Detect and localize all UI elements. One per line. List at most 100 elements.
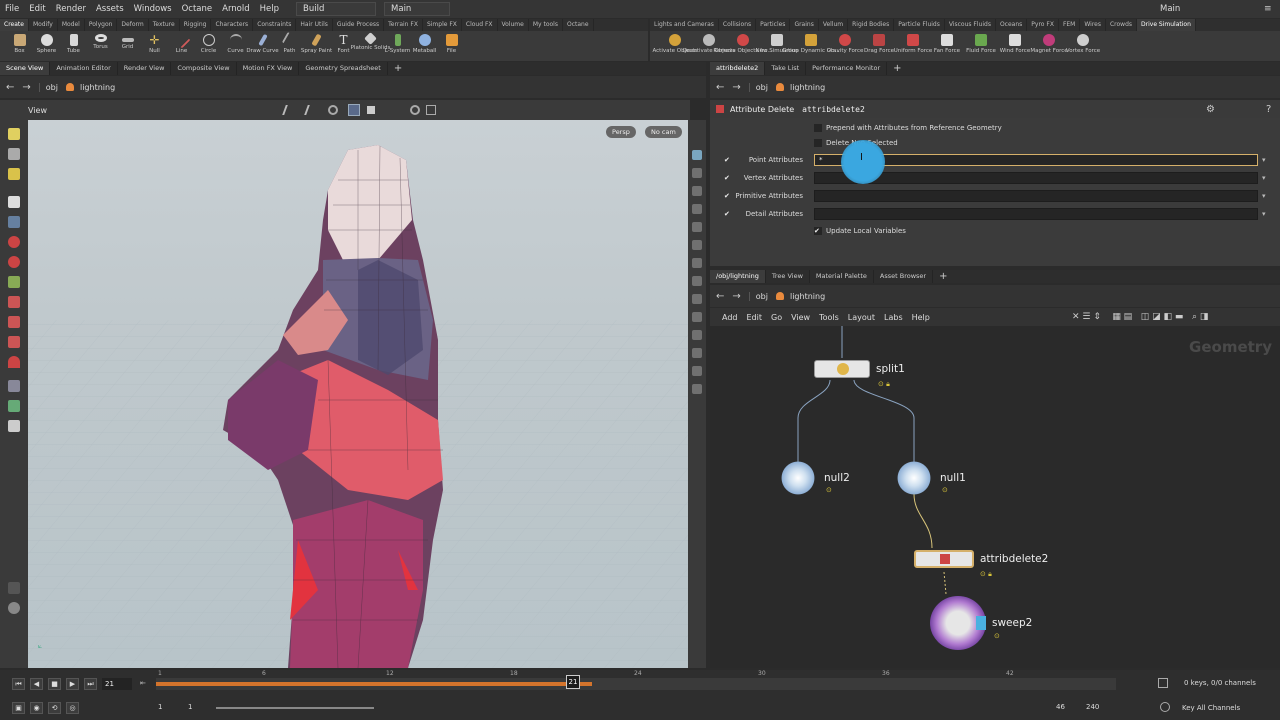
gear-icon[interactable]: ⚙ xyxy=(1206,104,1215,115)
tool-platonic[interactable]: Platonic Solids xyxy=(351,31,390,51)
shelf-tab-cloud-fx[interactable]: Cloud FX xyxy=(462,19,498,31)
transform-tool-icon[interactable] xyxy=(304,105,318,115)
menu-arnold[interactable]: Arnold xyxy=(217,0,255,18)
shelf-tab-texture[interactable]: Texture xyxy=(149,19,180,31)
shelf-tab-model[interactable]: Model xyxy=(58,19,85,31)
jump-start-button[interactable]: ⏮ xyxy=(12,678,25,690)
params-path-node[interactable]: lightning xyxy=(775,83,825,92)
menu-edit[interactable]: Edit xyxy=(24,0,50,18)
magnet-tool-icon[interactable] xyxy=(8,356,20,368)
shelf-tab-particle-fluids[interactable]: Particle Fluids xyxy=(894,19,945,31)
square-icon[interactable] xyxy=(367,106,375,114)
vertex-attributes-toggle[interactable]: ✔ xyxy=(724,174,732,182)
lighting-icon[interactable] xyxy=(692,222,702,232)
menu-assets[interactable]: Assets xyxy=(91,0,129,18)
end-visible-field[interactable]: 46 xyxy=(1056,703,1065,711)
tool-circle[interactable]: Circle xyxy=(195,31,222,54)
desktop-selector[interactable]: Build xyxy=(296,2,377,16)
flipbook-icon[interactable] xyxy=(692,384,702,394)
tool-curve[interactable]: Curve xyxy=(222,31,249,54)
node-split1[interactable]: split1 ⊙ 🔒︎ xyxy=(814,360,905,388)
wireframe-icon[interactable] xyxy=(692,240,702,250)
grid-view-icon[interactable] xyxy=(348,104,360,116)
tool-fan-force[interactable]: Fan Force xyxy=(930,31,964,54)
loop-button[interactable]: ⟲ xyxy=(48,702,61,714)
rotate-view-icon[interactable] xyxy=(328,105,338,115)
shelf-tab-guide-process[interactable]: Guide Process xyxy=(333,19,385,31)
shelf-tab-deform[interactable]: Deform xyxy=(117,19,149,31)
select-tool-icon[interactable] xyxy=(282,105,296,115)
shelf-tab-rigid-bodies[interactable]: Rigid Bodies xyxy=(848,19,895,31)
shelf-tab-pyro-fx[interactable]: Pyro FX xyxy=(1027,19,1059,31)
shelf-tab-collisions[interactable]: Collisions xyxy=(719,19,757,31)
network-editor[interactable]: Geometry split1 ⊙ 🔒︎ null2 ⊙ null1 ⊙ att… xyxy=(710,326,1280,668)
red-dot-icon[interactable] xyxy=(8,236,20,248)
camera-icon[interactable] xyxy=(8,420,20,432)
guides-icon[interactable] xyxy=(692,276,702,286)
tool-tube[interactable]: Tube xyxy=(60,31,87,54)
lock-icon[interactable] xyxy=(8,216,20,228)
lock-view-icon[interactable] xyxy=(692,186,702,196)
snapshot-icon[interactable] xyxy=(692,204,702,214)
vertex-attributes-dropdown-icon[interactable]: ▾ xyxy=(1262,174,1272,182)
step-back-button[interactable]: ◀ xyxy=(30,678,43,690)
tool-drag-force[interactable]: Drag Force xyxy=(862,31,896,54)
paint-icon[interactable] xyxy=(8,168,20,180)
tab-geometry-spreadsheet[interactable]: Geometry Spreadsheet xyxy=(299,62,388,75)
network-path-node[interactable]: lightning xyxy=(775,292,825,301)
split-node-box[interactable] xyxy=(814,360,870,378)
key-all-icon[interactable] xyxy=(1160,702,1170,712)
network-back-icon[interactable]: ← xyxy=(716,291,724,302)
params-path-obj[interactable]: obj xyxy=(748,82,768,92)
settings-small-icon[interactable] xyxy=(8,582,20,594)
shading-icon[interactable] xyxy=(692,168,702,178)
point-attributes-dropdown-icon[interactable]: ▾ xyxy=(1262,156,1272,164)
add-network-tab-icon[interactable]: + xyxy=(933,270,953,283)
shelf-tab-modify[interactable]: Modify xyxy=(29,19,58,31)
info-icon[interactable] xyxy=(8,602,20,614)
snap-icon[interactable] xyxy=(410,105,420,115)
tab-motion-fx-view[interactable]: Motion FX View xyxy=(237,62,300,75)
tool-metaball[interactable]: Metaball xyxy=(411,31,438,54)
node-null1[interactable]: null1 ⊙ xyxy=(894,460,966,496)
select-arrow-icon[interactable] xyxy=(8,128,20,140)
red-dot-2-icon[interactable] xyxy=(8,256,20,268)
timeline-playhead[interactable]: 21 xyxy=(566,675,580,689)
tool-line[interactable]: Line xyxy=(168,31,195,54)
net-menu-layout[interactable]: Layout xyxy=(848,313,875,322)
tool-gravity-force[interactable]: Gravity Force xyxy=(827,31,863,54)
menu-octane[interactable]: Octane xyxy=(177,0,218,18)
detail-attributes-dropdown-icon[interactable]: ▾ xyxy=(1262,210,1272,218)
view-mode-selector[interactable]: Main xyxy=(384,2,451,16)
node-null2[interactable]: null2 ⊙ xyxy=(778,460,850,496)
null2-node-icon[interactable] xyxy=(778,460,818,496)
view-settings-button[interactable]: ▣ xyxy=(12,702,25,714)
tool-uniform-force[interactable]: Uniform Force xyxy=(894,31,932,54)
view-icon[interactable] xyxy=(8,400,20,412)
primitive-attributes-toggle[interactable]: ✔ xyxy=(724,192,732,200)
timeline-track[interactable]: 21 1 6 12 18 24 30 36 42 xyxy=(156,670,1116,690)
detail-attributes-field[interactable] xyxy=(814,208,1258,220)
jump-end-button[interactable]: ⏭ xyxy=(84,678,97,690)
tab-material-palette[interactable]: Material Palette xyxy=(810,270,874,283)
tool-torus[interactable]: Torus xyxy=(87,31,114,50)
tool-wind-force[interactable]: Wind Force xyxy=(998,31,1032,54)
timeline-settings-icon[interactable] xyxy=(1158,678,1168,688)
tool-lsystem[interactable]: L-System xyxy=(384,31,411,54)
shelf-tab-particles[interactable]: Particles xyxy=(756,19,791,31)
node-sweep2[interactable]: sweep2 ⊙ xyxy=(930,596,1032,650)
tool-group-dynamic[interactable]: Group Dynamic Ob... xyxy=(782,31,840,54)
scale-icon[interactable] xyxy=(8,336,20,348)
net-menu-edit[interactable]: Edit xyxy=(747,313,763,322)
prepend-checkbox[interactable] xyxy=(814,124,822,132)
shelf-tab-crowds[interactable]: Crowds xyxy=(1106,19,1138,31)
tab-take-list[interactable]: Take List xyxy=(765,62,807,75)
primitive-attributes-dropdown-icon[interactable]: ▾ xyxy=(1262,192,1272,200)
attribdelete-node-box[interactable] xyxy=(914,550,974,568)
net-menu-add[interactable]: Add xyxy=(722,313,738,322)
tool-file[interactable]: File xyxy=(438,31,465,54)
help-icon[interactable]: ? xyxy=(1266,104,1271,115)
params-back-icon[interactable]: ← xyxy=(716,82,724,93)
net-menu-tools[interactable]: Tools xyxy=(819,313,839,322)
tab-render-view[interactable]: Render View xyxy=(118,62,172,75)
